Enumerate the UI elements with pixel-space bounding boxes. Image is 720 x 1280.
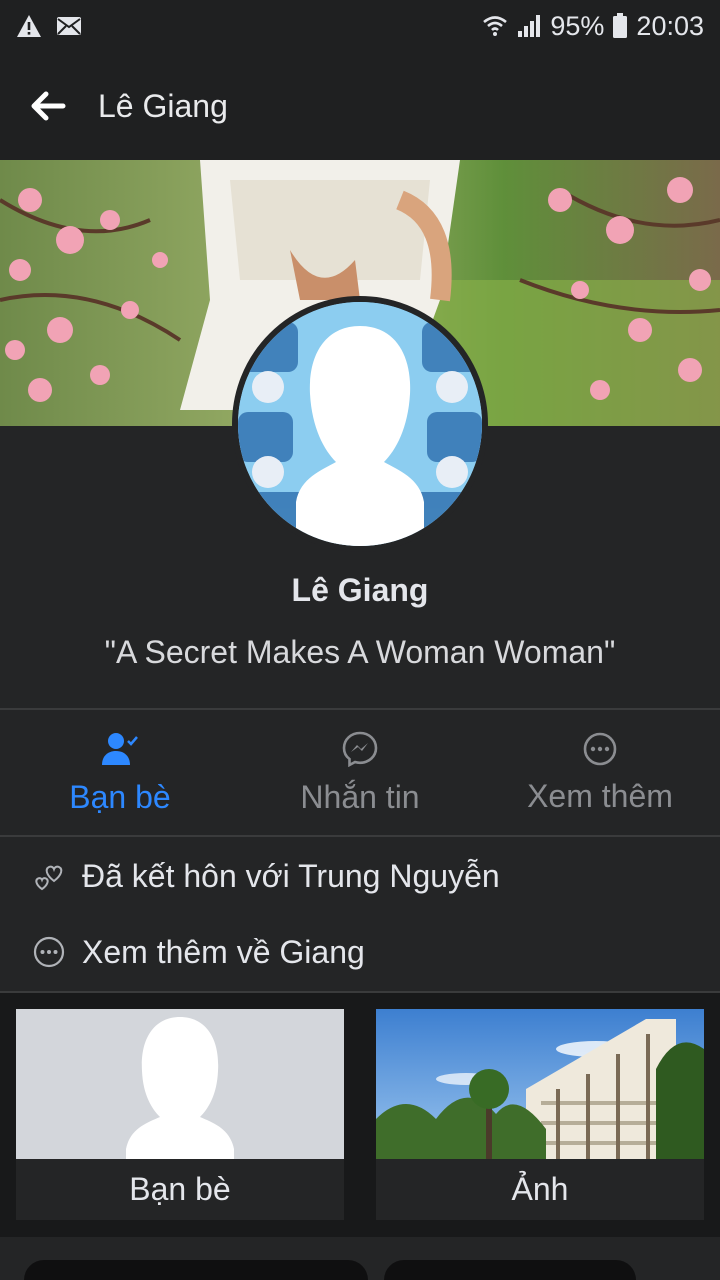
- see-more-button[interactable]: Xem thêm: [480, 710, 720, 836]
- back-button[interactable]: [28, 86, 68, 126]
- bottom-strip: [0, 1237, 720, 1280]
- more-icon: [33, 936, 65, 968]
- relationship-row[interactable]: Đã kết hôn với Trung Nguyễn: [0, 838, 720, 914]
- friends-button[interactable]: Bạn bè: [0, 710, 240, 836]
- top-bar: Lê Giang: [0, 52, 720, 160]
- friends-card[interactable]: Bạn bè: [16, 1009, 344, 1220]
- friends-card-label: Bạn bè: [129, 1171, 231, 1207]
- more-icon: [583, 732, 617, 765]
- bottom-button-left[interactable]: [24, 1260, 368, 1280]
- profile-actions: Bạn bè Nhắn tin Xem thêm: [0, 710, 720, 836]
- back-arrow-icon: [31, 91, 66, 121]
- friends-label: Bạn bè: [69, 778, 171, 815]
- mail-icon: [56, 16, 82, 36]
- signal-icon: [516, 13, 542, 39]
- bottom-button-right[interactable]: [384, 1260, 636, 1280]
- see-more-label: Xem thêm: [527, 777, 673, 814]
- messenger-icon: [342, 731, 378, 767]
- message-label: Nhắn tin: [300, 778, 420, 815]
- photos-card[interactable]: Ảnh: [376, 1009, 704, 1220]
- profile-info-list: Đã kết hôn với Trung Nguyễn Xem thêm về …: [0, 838, 720, 990]
- divider: [0, 835, 720, 837]
- hearts-icon: [35, 865, 63, 891]
- photos-thumbnail: [376, 1009, 704, 1159]
- battery-percent: 95%: [550, 10, 605, 41]
- friends-thumbnail: [16, 1009, 344, 1159]
- profile-bio: "A Secret Makes A Woman Woman": [104, 634, 616, 670]
- about-text: Xem thêm về Giang: [82, 933, 365, 970]
- wifi-icon: [482, 13, 508, 39]
- page-title: Lê Giang: [98, 87, 228, 124]
- photos-card-label: Ảnh: [511, 1171, 569, 1207]
- battery-icon: [612, 13, 628, 39]
- profile-name: Lê Giang: [291, 572, 429, 608]
- profile-cards: Bạn bè Ảnh: [0, 993, 720, 1237]
- clock: 20:03: [636, 10, 704, 41]
- message-button[interactable]: Nhắn tin: [240, 710, 480, 836]
- warning-icon: [16, 14, 42, 38]
- friends-check-icon: [102, 732, 138, 765]
- status-bar: 95% 20:03: [0, 0, 720, 52]
- about-row[interactable]: Xem thêm về Giang: [0, 914, 720, 990]
- relationship-text: Đã kết hôn với Trung Nguyễn: [82, 857, 500, 894]
- profile-avatar[interactable]: [232, 296, 488, 552]
